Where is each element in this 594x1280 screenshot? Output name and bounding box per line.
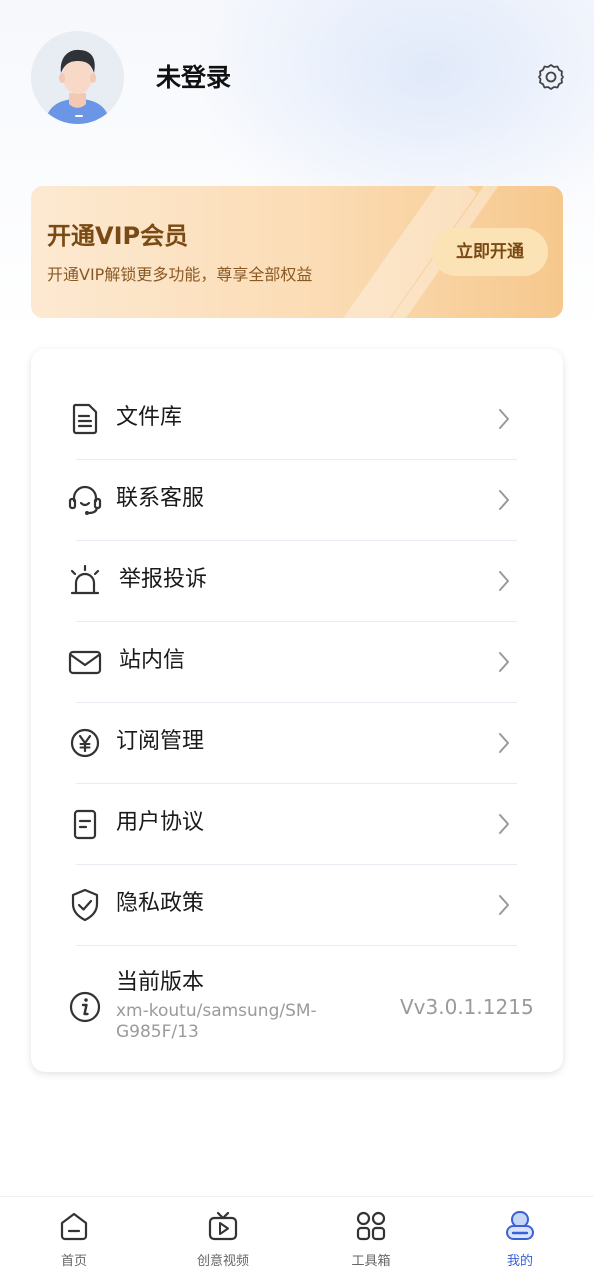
grid-icon [354,1209,388,1243]
menu-item-file-library[interactable]: 文件库 [31,379,563,460]
menu-item-label: 隐私政策 [116,891,205,916]
mail-icon [67,644,103,680]
tab-label: 首页 [60,1254,87,1269]
menu-item-label: 订阅管理 [116,729,205,754]
menu-item-label: 举报投诉 [119,567,208,592]
avatar[interactable] [31,31,124,124]
version-device-info: xm-koutu/samsung/SM-G985F/13 [116,1001,317,1042]
yen-icon [67,725,103,761]
tab-creative-video[interactable]: 创意视频 [163,1197,283,1280]
menu-item-report[interactable]: 举报投诉 [31,541,563,622]
headset-icon [67,482,103,518]
file-icon [67,401,103,437]
menu-item-subscription[interactable]: 订阅管理 [31,703,563,784]
profile-icon [503,1209,537,1243]
alarm-icon [67,563,103,599]
menu-item-inbox[interactable]: 站内信 [31,622,563,703]
vip-subtitle: 开通VIP解锁更多功能，尊享全部权益 [47,265,313,284]
shield-check-icon [67,887,103,923]
home-icon [57,1209,91,1243]
settings-gear-icon[interactable] [536,62,566,92]
chevron-right-icon [497,812,511,836]
menu-item-user-agreement[interactable]: 用户协议 [31,784,563,865]
menu-item-privacy-policy[interactable]: 隐私政策 [31,865,563,946]
menu-item-label: 用户协议 [116,810,205,835]
document-icon [67,806,103,842]
version-number: Vv3.0.1.1215 [400,995,534,1019]
tab-mine[interactable]: 我的 [460,1197,580,1280]
tab-toolbox[interactable]: 工具箱 [311,1197,431,1280]
tab-label: 我的 [506,1254,533,1269]
chevron-right-icon [497,407,511,431]
vip-title: 开通VIP会员 [47,222,189,250]
chevron-right-icon [497,650,511,674]
bottom-tab-bar: 首页 创意视频 工具箱 我的 [0,1196,594,1280]
version-title: 当前版本 [116,970,205,995]
menu-item-label: 文件库 [116,405,183,430]
chevron-right-icon [497,731,511,755]
avatar-illustration-icon [31,31,124,124]
menu-item-customer-service[interactable]: 联系客服 [31,460,563,541]
menu-item-label: 站内信 [119,648,186,673]
tab-label: 创意视频 [196,1254,249,1269]
chevron-right-icon [497,488,511,512]
menu-card: 文件库 联系客服 举报投诉 站内信 订阅管理 用户协议 隐私政策 当前版本 xm… [31,349,563,1072]
chevron-right-icon [497,569,511,593]
vip-banner[interactable]: 开通VIP会员 开通VIP解锁更多功能，尊享全部权益 立即开通 [31,186,563,318]
username[interactable]: 未登录 [156,60,231,96]
tab-home[interactable]: 首页 [14,1197,134,1280]
menu-item-label: 联系客服 [116,486,205,511]
chevron-right-icon [497,893,511,917]
menu-item-version[interactable]: 当前版本 xm-koutu/samsung/SM-G985F/13 Vv3.0.… [31,945,563,1065]
info-icon [67,989,103,1025]
vip-open-button[interactable]: 立即开通 [432,228,548,276]
tab-label: 工具箱 [351,1254,391,1269]
video-icon [206,1209,240,1243]
